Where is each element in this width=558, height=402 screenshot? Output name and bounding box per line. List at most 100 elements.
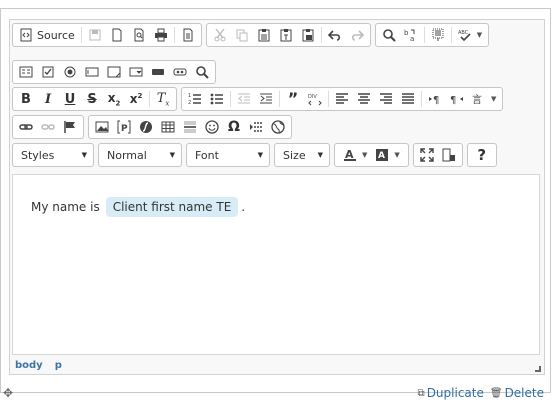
print-icon <box>154 28 167 42</box>
underline-button[interactable]: U <box>59 89 81 109</box>
radio-button[interactable] <box>59 62 81 82</box>
paste-button[interactable] <box>253 25 275 45</box>
align-left-button[interactable] <box>331 89 353 109</box>
select-all-button[interactable] <box>427 25 449 45</box>
underline-icon: U <box>64 91 76 107</box>
justify-button[interactable] <box>397 89 419 109</box>
move-handle-icon[interactable]: ✥ <box>3 386 13 400</box>
special-char-button[interactable]: Ω <box>223 117 245 137</box>
paste-text-button[interactable] <box>275 25 297 45</box>
horizontal-rule-button[interactable] <box>179 117 201 137</box>
new-page-button[interactable] <box>106 25 128 45</box>
text-color-icon: A <box>344 148 356 161</box>
button-field-icon <box>152 69 164 75</box>
preview-button[interactable] <box>128 25 150 45</box>
widget-footer: ✥ ⧉ Duplicate 🗑 Delete <box>1 385 552 401</box>
basicstyles-group: B I U S x2 x2 Tx <box>12 87 177 111</box>
italic-button[interactable]: I <box>37 89 59 109</box>
find-button[interactable] <box>378 25 400 45</box>
show-blocks-button[interactable] <box>438 145 460 165</box>
path-p[interactable]: p <box>55 360 62 371</box>
separator <box>421 91 422 107</box>
save-button[interactable] <box>84 25 106 45</box>
text-field-button[interactable] <box>81 62 103 82</box>
resize-handle[interactable] <box>535 366 541 372</box>
bold-button[interactable]: B <box>15 89 37 109</box>
placeholder-chip[interactable]: Client first name TE <box>105 197 239 217</box>
page-break-button[interactable] <box>245 117 267 137</box>
redo-button[interactable] <box>346 25 368 45</box>
indent-button[interactable] <box>255 89 277 109</box>
separator <box>230 91 231 107</box>
print-button[interactable] <box>150 25 172 45</box>
bg-color-button[interactable]: A ▼ <box>371 145 403 165</box>
separator <box>80 27 82 43</box>
select-field-button[interactable] <box>125 62 147 82</box>
path-body[interactable]: body <box>15 360 43 371</box>
align-right-button[interactable] <box>375 89 397 109</box>
button-field-button[interactable] <box>147 62 169 82</box>
strike-button[interactable]: S <box>81 89 103 109</box>
placeholder-button[interactable]: P <box>113 117 135 137</box>
cut-button[interactable] <box>209 25 231 45</box>
subscript-button[interactable]: x2 <box>103 89 125 109</box>
blockquote-button[interactable]: ” <box>282 89 304 109</box>
table-button[interactable] <box>157 117 179 137</box>
delete-link[interactable]: 🗑 Delete <box>490 386 544 400</box>
rtl-button[interactable]: ¶ <box>446 89 468 109</box>
textarea-button[interactable] <box>103 62 125 82</box>
form-button[interactable] <box>15 62 37 82</box>
flash-button[interactable] <box>135 117 157 137</box>
paragraph[interactable]: My name is Client first name TE . <box>31 197 245 217</box>
numbered-list-button[interactable]: 12 <box>184 89 206 109</box>
rich-text-editor: Source b a ABC ▼ B I U S x2 x2 Tx 1 2 ” … <box>9 19 545 375</box>
create-div-icon: DIV <box>308 94 322 106</box>
editor-content-area[interactable]: My name is Client first name TE . <box>12 174 540 355</box>
templates-button[interactable] <box>177 25 199 45</box>
paste-word-button[interactable] <box>297 25 319 45</box>
create-div-button[interactable]: DIV <box>304 89 326 109</box>
strikethrough-icon: S <box>87 91 97 107</box>
align-center-button[interactable] <box>353 89 375 109</box>
colors-group: A ▼ A ▼ <box>334 143 409 167</box>
bulleted-list-button[interactable] <box>206 89 228 109</box>
image-button-field-button[interactable] <box>169 62 191 82</box>
font-dropdown[interactable]: Font ▼ <box>186 143 270 167</box>
styles-dropdown[interactable]: Styles ▼ <box>12 143 94 167</box>
forms-group <box>12 60 216 84</box>
ltr-button[interactable]: ¶ <box>424 89 446 109</box>
remove-format-icon: Tx <box>156 90 170 108</box>
superscript-button[interactable]: x2 <box>125 89 147 109</box>
help-button[interactable]: ? <box>471 145 493 165</box>
format-dropdown[interactable]: Normal ▼ <box>98 143 182 167</box>
copy-button[interactable] <box>231 25 253 45</box>
smiley-icon <box>205 120 219 134</box>
smiley-button[interactable] <box>201 117 223 137</box>
align-left-icon <box>336 93 348 104</box>
separator <box>279 91 280 107</box>
anchor-button[interactable] <box>59 117 81 137</box>
duplicate-link[interactable]: ⧉ Duplicate <box>418 386 484 400</box>
undo-button[interactable] <box>324 25 346 45</box>
remove-format-button[interactable]: Tx <box>152 89 174 109</box>
image-button[interactable] <box>91 117 113 137</box>
source-button[interactable]: Source <box>15 25 79 45</box>
hidden-field-button[interactable] <box>191 62 213 82</box>
checkbox-button[interactable] <box>37 62 59 82</box>
spellcheck-button[interactable]: ABC ▼ <box>454 25 486 45</box>
link-button[interactable] <box>15 117 37 137</box>
language-button[interactable]: 言 ▼ <box>468 89 500 109</box>
outdent-button[interactable] <box>233 89 255 109</box>
iframe-button[interactable] <box>267 117 289 137</box>
maximize-button[interactable] <box>416 145 438 165</box>
size-dropdown[interactable]: Size ▼ <box>274 143 330 167</box>
duplicate-label: Duplicate <box>426 386 484 400</box>
text-color-button[interactable]: A ▼ <box>339 145 371 165</box>
separator <box>149 91 150 107</box>
select-all-icon <box>432 28 444 41</box>
svg-text:A: A <box>378 151 385 161</box>
svg-text:2: 2 <box>188 100 191 106</box>
unlink-button[interactable] <box>37 117 59 137</box>
radio-icon <box>64 66 76 78</box>
replace-button[interactable]: ba <box>400 25 422 45</box>
